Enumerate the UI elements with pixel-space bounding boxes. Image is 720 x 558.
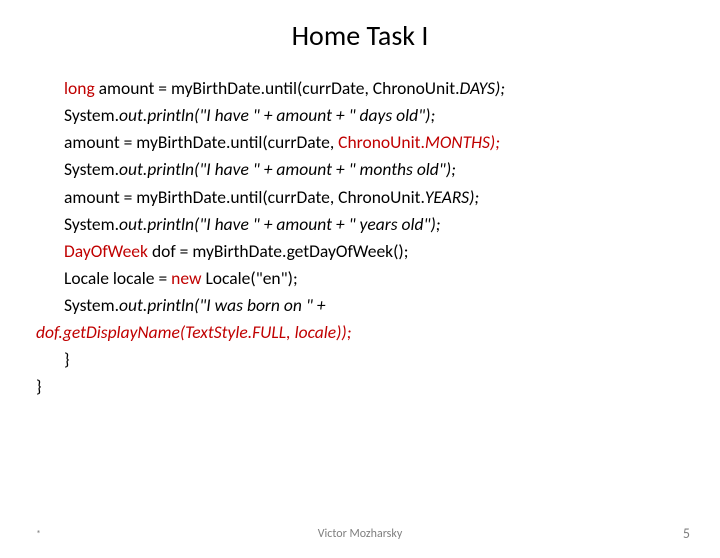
code-line: } (36, 373, 700, 400)
code-line: System.out.println("I have " + amount + … (36, 211, 700, 238)
code-line: dof.getDisplayName(TextStyle.FULL, local… (36, 319, 700, 346)
code-block: long amount = myBirthDate.until(currDate… (0, 75, 720, 401)
page-number: 5 (683, 525, 690, 542)
code-line: System.out.println("I was born on " + (36, 292, 700, 319)
code-line: DayOfWeek dof = myBirthDate.getDayOfWeek… (36, 238, 700, 265)
code-line: System.out.println("I have " + amount + … (36, 156, 700, 183)
slide-footer: * Victor Mozharsky 5 (0, 525, 720, 542)
slide-title: Home Task I (0, 18, 720, 53)
footer-author: Victor Mozharsky (0, 527, 720, 541)
code-line: long amount = myBirthDate.until(currDate… (36, 75, 700, 102)
code-line: amount = myBirthDate.until(currDate, Chr… (36, 129, 700, 156)
code-line: Locale locale = new Locale("en"); (36, 265, 700, 292)
code-line: System.out.println("I have " + amount + … (36, 102, 700, 129)
code-line: } (36, 346, 700, 373)
code-line: amount = myBirthDate.until(currDate, Chr… (36, 184, 700, 211)
